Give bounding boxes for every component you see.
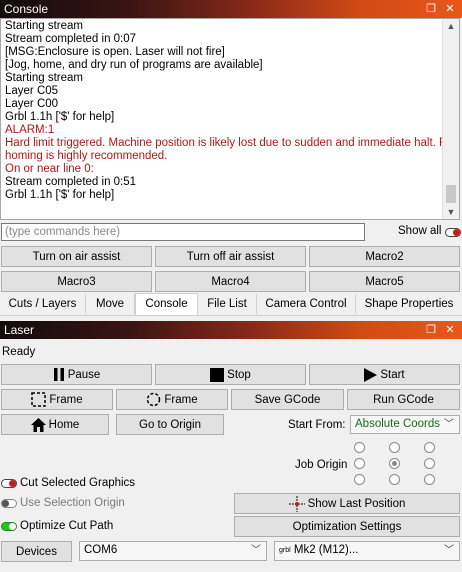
use-selection-origin-label: Use Selection Origin — [20, 497, 125, 509]
show-last-position-label: Show Last Position — [307, 497, 406, 510]
tab-shape-properties[interactable]: Shape Properties — [356, 294, 462, 314]
grbl-badge: grbl — [279, 547, 291, 554]
start-button[interactable]: Start — [309, 364, 460, 385]
port-select[interactable]: COM6 ﹀ — [79, 541, 267, 561]
stop-label: Stop — [227, 368, 251, 381]
tab-move[interactable]: Move — [86, 294, 135, 314]
stop-button[interactable]: Stop — [155, 364, 306, 385]
show-all-toggle[interactable] — [445, 228, 461, 237]
home-icon — [30, 417, 46, 432]
console-line: [MSG:Enclosure is open. Laser will not f… — [5, 46, 225, 58]
origin-top-center-radio[interactable] — [389, 442, 400, 453]
console-line: Stream completed in 0:51 — [5, 176, 137, 188]
pause-icon — [53, 368, 64, 381]
laser-restore-icon[interactable]: ❐ — [423, 321, 439, 339]
console-line: homing is highly recommended. — [5, 150, 168, 162]
optimize-cut-path-toggle[interactable] — [1, 522, 17, 531]
origin-mid-right-radio[interactable] — [424, 458, 435, 469]
run-gcode-button[interactable]: Run GCode — [347, 389, 460, 410]
device-value: Mk2 (M12)... — [293, 544, 359, 556]
tab-file-list[interactable]: File List — [198, 294, 257, 314]
close-icon[interactable]: ✕ — [442, 0, 458, 18]
console-line: [Jog, home, and dry run of programs are … — [5, 59, 263, 71]
origin-top-left-radio[interactable] — [354, 442, 365, 453]
start-label: Start — [380, 368, 405, 381]
console-line: Stream completed in 0:07 — [5, 33, 137, 45]
tab-camera-control[interactable]: Camera Control — [257, 294, 356, 314]
job-origin-label: Job Origin — [295, 459, 348, 471]
laser-close-icon[interactable]: ✕ — [442, 321, 458, 339]
start-from-label: Start From: — [288, 419, 346, 431]
frame-rect-label: Frame — [49, 393, 83, 406]
air-assist-off-button[interactable]: Turn off air assist — [155, 246, 306, 267]
frame-rect-icon — [31, 392, 47, 407]
origin-center-radio[interactable] — [389, 458, 400, 469]
console-line: Hard limit triggered. Machine position i… — [5, 137, 458, 149]
console-line: Starting stream — [5, 20, 83, 32]
macro4-button[interactable]: Macro4 — [155, 271, 306, 292]
use-selection-origin-toggle[interactable] — [1, 499, 17, 508]
console-scrollbar[interactable]: ▲ ▼ — [442, 19, 459, 219]
home-label: Home — [48, 418, 80, 431]
frame-rect-button[interactable]: Frame — [1, 389, 113, 410]
frame-rubberband-icon — [147, 392, 161, 407]
start-from-select[interactable]: Absolute Coords ﹀ — [350, 415, 460, 434]
pause-button[interactable]: Pause — [1, 364, 152, 385]
devices-button[interactable]: Devices — [1, 541, 72, 562]
frame-rubberband-button[interactable]: Frame — [116, 389, 228, 410]
macro2-button[interactable]: Macro2 — [309, 246, 460, 267]
port-chevron-down-icon: ﹀ — [251, 545, 261, 556]
panel-tabs: Cuts / Layers Move Console File List Cam… — [0, 293, 462, 316]
scroll-thumb[interactable] — [446, 185, 456, 203]
chevron-down-icon: ﹀ — [444, 419, 454, 430]
show-all-label: Show all — [398, 225, 442, 237]
console-line: Starting stream — [5, 72, 83, 84]
show-last-position-button[interactable]: Show Last Position — [234, 493, 460, 514]
crosshair-icon — [288, 495, 305, 512]
console-title: Console — [4, 2, 49, 16]
save-gcode-button[interactable]: Save GCode — [231, 389, 344, 410]
origin-mid-left-radio[interactable] — [354, 458, 365, 469]
device-select[interactable]: grbl Mk2 (M12)... ﹀ — [274, 541, 460, 561]
origin-bottom-center-radio[interactable] — [389, 474, 400, 485]
cut-selected-label: Cut Selected Graphics — [20, 477, 136, 489]
command-input[interactable] — [1, 223, 365, 241]
origin-bottom-right-radio[interactable] — [424, 474, 435, 485]
home-button[interactable]: Home — [1, 414, 109, 435]
console-line: Layer C00 — [5, 98, 59, 110]
console-line: Layer C05 — [5, 85, 59, 97]
status-text: Ready — [2, 346, 36, 358]
console-line: On or near line 0: — [5, 163, 94, 175]
air-assist-on-button[interactable]: Turn on air assist — [1, 246, 152, 267]
console-line: Grbl 1.1h ['$' for help] — [5, 111, 115, 123]
optimize-cut-path-label: Optimize Cut Path — [20, 520, 114, 532]
restore-icon[interactable]: ❐ — [423, 0, 439, 18]
macro5-button[interactable]: Macro5 — [309, 271, 460, 292]
laser-titlebar: Laser ❐ ✕ — [0, 321, 462, 339]
console-line: ALARM:1 — [5, 124, 55, 136]
start-from-value: Absolute Coords — [355, 418, 441, 430]
tab-cuts-layers[interactable]: Cuts / Layers — [0, 294, 86, 314]
go-to-origin-button[interactable]: Go to Origin — [116, 414, 224, 435]
cut-selected-toggle[interactable] — [1, 479, 17, 488]
frame-rubberband-label: Frame — [164, 393, 198, 406]
console-output[interactable]: Starting stream Stream completed in 0:07[… — [0, 18, 460, 220]
laser-title: Laser — [4, 323, 35, 337]
pause-label: Pause — [67, 368, 101, 381]
device-chevron-down-icon: ﹀ — [444, 545, 454, 556]
port-value: COM6 — [84, 544, 118, 556]
scroll-down-icon[interactable]: ▼ — [443, 205, 459, 219]
console-line: Grbl 1.1h ['$' for help] — [5, 189, 115, 201]
tab-console[interactable]: Console — [135, 293, 198, 315]
macro3-button[interactable]: Macro3 — [1, 271, 152, 292]
optimization-settings-button[interactable]: Optimization Settings — [234, 516, 460, 537]
origin-bottom-left-radio[interactable] — [354, 474, 365, 485]
play-icon — [364, 367, 378, 382]
console-titlebar: Console ❐ ✕ — [0, 0, 462, 18]
stop-icon — [210, 367, 225, 382]
scroll-up-icon[interactable]: ▲ — [443, 19, 459, 33]
origin-top-right-radio[interactable] — [424, 442, 435, 453]
